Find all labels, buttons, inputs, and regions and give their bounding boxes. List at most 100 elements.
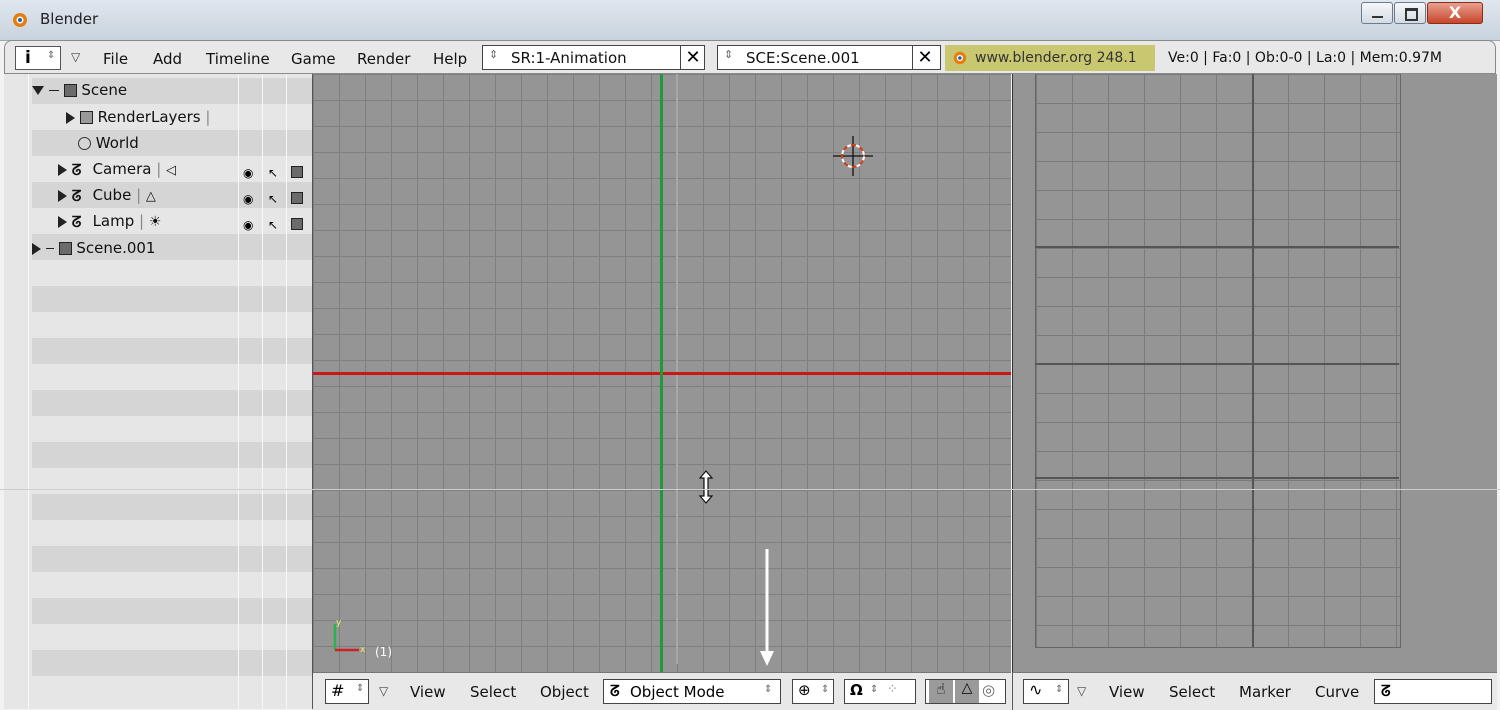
maximize-button[interactable]	[1394, 2, 1426, 24]
menu-game[interactable]: Game	[291, 50, 336, 68]
outliner-item-label: Scene.001	[76, 239, 156, 257]
close-window-button[interactable]: X	[1427, 2, 1483, 24]
object-icon: ᘔ	[1381, 682, 1391, 700]
menu-render[interactable]: Render	[357, 50, 410, 68]
render-toggle-icon[interactable]	[291, 164, 303, 178]
render-toggle-icon[interactable]	[291, 216, 303, 230]
info-icon: i	[25, 48, 31, 68]
pivot-snap-selector[interactable]: Ω ⇕ ⁘	[844, 679, 916, 704]
manipulator-icon: ⁘	[887, 682, 898, 697]
expand-icon	[58, 163, 67, 176]
expand-icon	[32, 86, 44, 95]
outliner-item-cube[interactable]: ᘔ Cube | △	[58, 186, 156, 205]
translate-triangle-icon[interactable]: △	[955, 680, 979, 703]
hand-icon[interactable]: ☝	[929, 680, 953, 703]
screen-selector[interactable]: ⇕ SR:1-Animation ✕	[482, 45, 705, 70]
blender-logo-icon	[13, 13, 27, 27]
rotate-circle-icon[interactable]: ◎	[982, 681, 995, 699]
select-arrow-icon[interactable]: ↖	[268, 192, 278, 206]
mode-label: Object Mode	[630, 683, 725, 701]
ipo-object-field[interactable]: ᘔ	[1374, 679, 1492, 704]
mode-selector[interactable]: ᘔ Object Mode ⇕	[603, 679, 781, 704]
axis-label-y: y	[336, 618, 342, 628]
info-header: i ⇕ ▽ File Add Timeline Game Render Help…	[4, 40, 1496, 74]
outliner-item-world[interactable]: World	[78, 134, 139, 152]
expand-icon	[66, 111, 75, 124]
outliner-item-label: Camera	[92, 160, 152, 178]
menu-view[interactable]: View	[1109, 683, 1145, 701]
window-title: Blender	[40, 10, 99, 28]
menu-object[interactable]: Object	[540, 683, 589, 701]
scene-stats: Ve:0 | Fa:0 | Ob:0-0 | La:0 | Mem:0.97M	[1168, 50, 1442, 66]
expand-icon	[58, 215, 67, 228]
3d-cursor-icon[interactable]	[833, 136, 873, 176]
outliner-panel: Scene RenderLayers | World ᘔ Camera | ◁ …	[4, 74, 313, 709]
collapse-menu-icon[interactable]: ▽	[71, 50, 80, 64]
visibility-eye-icon[interactable]: ◉	[243, 218, 253, 232]
select-arrow-icon[interactable]: ↖	[268, 218, 278, 232]
scene-selector[interactable]: ⇕ SCE:Scene.001 ✕	[717, 45, 941, 70]
mesh-data-icon: △	[145, 189, 156, 204]
delete-screen-button[interactable]: ✕	[680, 45, 705, 70]
outliner-item-label: World	[95, 134, 139, 152]
menu-marker[interactable]: Marker	[1239, 683, 1291, 701]
version-text: www.blender.org 248.1	[975, 50, 1137, 66]
menu-view[interactable]: View	[410, 683, 446, 701]
renderlayers-icon	[79, 111, 93, 124]
editor-type-button[interactable]: ∿ ⇕	[1023, 679, 1069, 704]
screen-divider-line	[0, 489, 1500, 490]
wireframe-sphere-icon: ⊕	[798, 681, 811, 699]
camera-data-icon: ◁	[166, 163, 177, 178]
pivot-icon: Ω	[850, 681, 863, 699]
ipo-curve-editor[interactable]	[1012, 74, 1497, 672]
menu-file[interactable]: File	[103, 50, 128, 68]
collapse-menu-icon[interactable]: ▽	[379, 684, 388, 698]
visibility-eye-icon[interactable]: ◉	[243, 166, 253, 180]
outliner-item-lamp[interactable]: ᘔ Lamp | ☀	[58, 212, 161, 231]
collapse-menu-icon[interactable]: ▽	[1077, 684, 1086, 698]
blender-logo-icon	[953, 51, 967, 65]
outliner-item-label: RenderLayers	[97, 108, 201, 126]
ipo-header: ∿ ⇕ ▽ View Select Marker Curve ᘔ	[1012, 672, 1497, 710]
object-icon: ᘔ	[71, 160, 82, 179]
updown-icon: ⇕	[47, 50, 56, 61]
outliner-item-camera[interactable]: ᘔ Camera | ◁	[58, 160, 176, 179]
annotation-arrow-icon	[760, 549, 774, 666]
minimize-button[interactable]	[1361, 2, 1393, 24]
3d-viewport[interactable]: y x (1)	[313, 74, 1011, 672]
object-icon: ᘔ	[610, 682, 620, 700]
outliner-item-scene001[interactable]: Scene.001	[32, 239, 155, 257]
draw-type-selector[interactable]: ⊕ ⇕	[792, 679, 834, 704]
outliner-item-label: Cube	[92, 186, 132, 204]
visibility-eye-icon[interactable]: ◉	[243, 192, 253, 206]
axis-label-x: x	[360, 645, 366, 655]
expand-icon	[32, 242, 41, 255]
outliner-item-renderlayers[interactable]: RenderLayers |	[66, 108, 210, 126]
scene-name: SCE:Scene.001	[746, 49, 860, 67]
grid-icon: #	[331, 681, 345, 700]
menu-add[interactable]: Add	[153, 50, 182, 68]
menu-select[interactable]: Select	[470, 683, 516, 701]
updown-icon: ⇕	[821, 684, 830, 695]
editor-type-button[interactable]: i ⇕	[15, 46, 61, 70]
updown-icon: ⇕	[764, 684, 773, 695]
world-icon	[78, 137, 91, 150]
ipo-grid	[1035, 74, 1401, 648]
outliner-item-label: Lamp	[92, 212, 135, 230]
menu-help[interactable]: Help	[433, 50, 467, 68]
object-icon: ᘔ	[71, 212, 82, 231]
editor-type-button[interactable]: # ⇕	[325, 679, 369, 704]
delete-scene-button[interactable]: ✕	[912, 45, 937, 70]
expand-icon	[58, 189, 67, 202]
menu-curve[interactable]: Curve	[1315, 683, 1359, 701]
render-toggle-icon[interactable]	[291, 190, 303, 204]
window-titlebar: Blender X	[0, 0, 1500, 41]
blender-version-link[interactable]: www.blender.org 248.1	[945, 45, 1155, 71]
y-axis-line	[660, 74, 663, 672]
3d-view-header: # ⇕ ▽ View Select Object ᘔ Object Mode ⇕…	[313, 672, 1011, 710]
select-arrow-icon[interactable]: ↖	[268, 166, 278, 180]
outliner-item-scene[interactable]: Scene	[32, 81, 127, 99]
menu-timeline[interactable]: Timeline	[206, 50, 270, 68]
menu-select[interactable]: Select	[1169, 683, 1215, 701]
updown-icon: ⇕	[724, 48, 734, 61]
